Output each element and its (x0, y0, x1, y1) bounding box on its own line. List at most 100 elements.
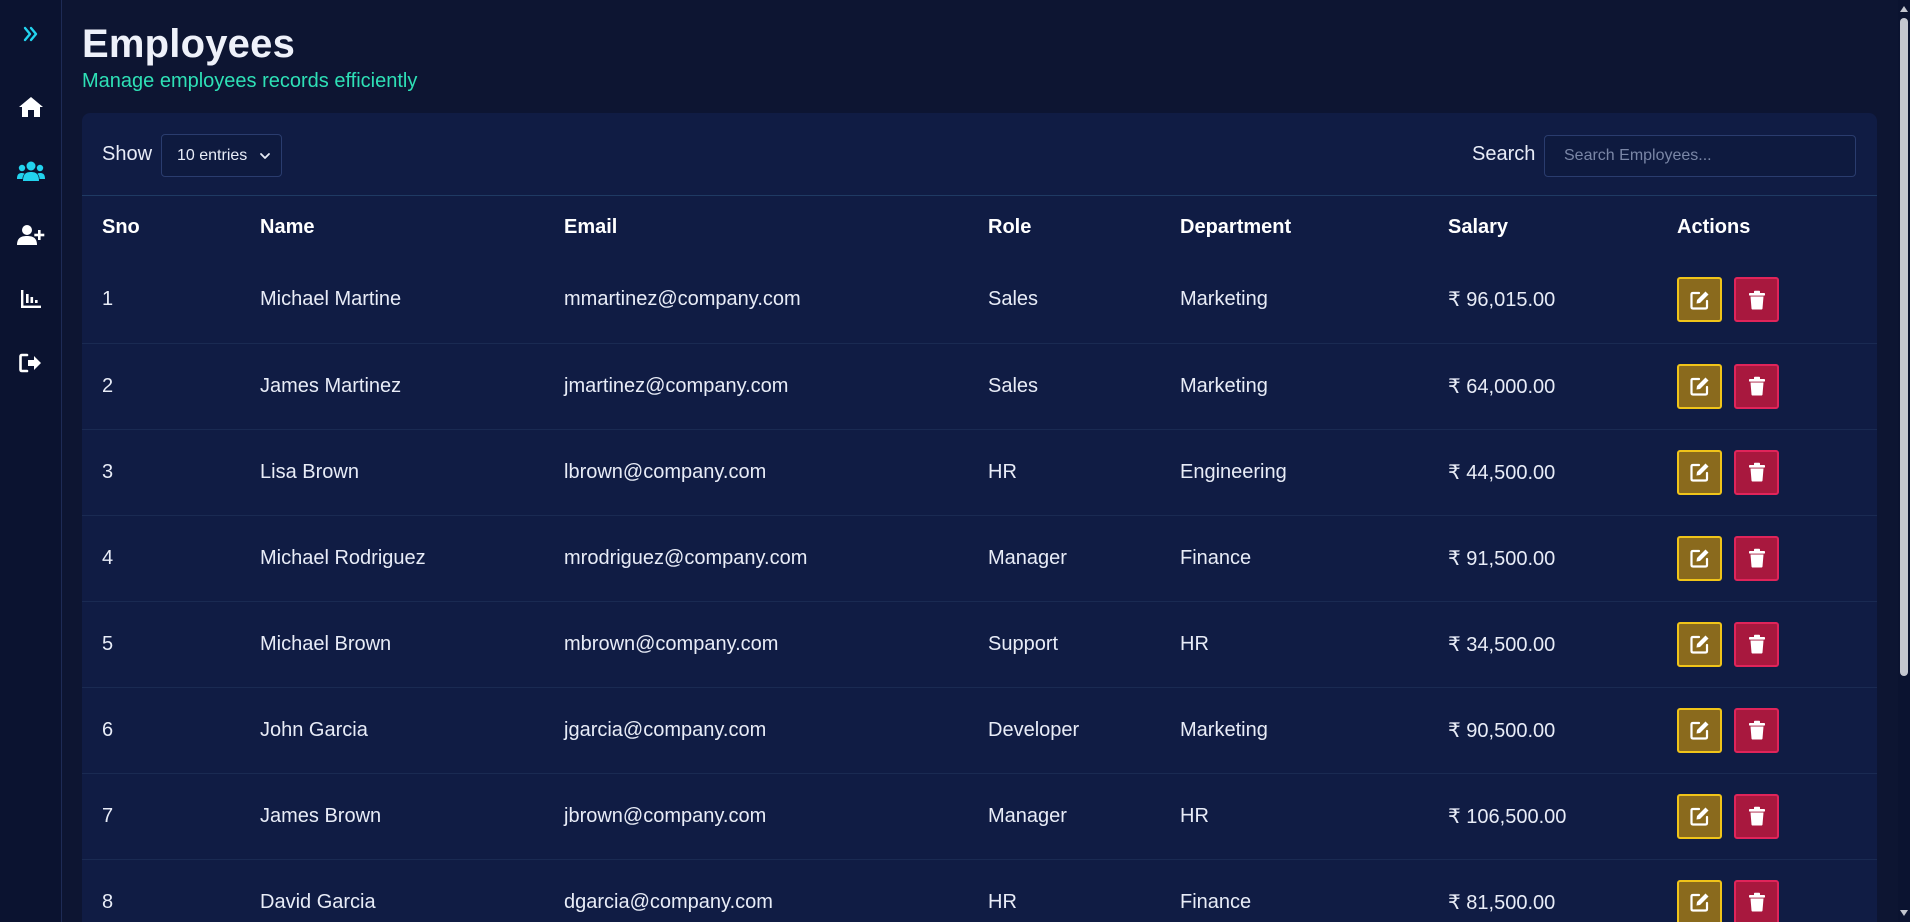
edit-button[interactable] (1677, 707, 1722, 753)
edit-button[interactable] (1677, 363, 1722, 409)
page-scrollbar[interactable] (1898, 0, 1910, 922)
table-controls: Show 10 entries Search (82, 113, 1877, 196)
scroll-up-arrow-icon[interactable] (1899, 4, 1909, 14)
cell-email: jmartinez@company.com (544, 342, 968, 429)
edit-icon (1689, 377, 1708, 396)
edit-button[interactable] (1677, 879, 1722, 922)
edit-icon (1689, 893, 1708, 912)
cell-salary: ₹ 106,500.00 (1428, 772, 1657, 859)
column-header-department[interactable]: Department (1160, 197, 1428, 257)
table-header-row: Sno Name Email Role Department Salary Ac… (82, 197, 1877, 257)
search-input[interactable] (1544, 135, 1856, 177)
cell-email: lbrown@company.com (544, 428, 968, 515)
trash-icon (1748, 893, 1765, 912)
cell-department: HR (1160, 772, 1428, 859)
edit-button[interactable] (1677, 449, 1722, 495)
sidebar-item-employees[interactable] (0, 151, 62, 191)
delete-button[interactable] (1734, 277, 1779, 323)
scrollbar-thumb[interactable] (1900, 18, 1908, 676)
cell-sno: 1 (102, 288, 114, 311)
cell-actions (1657, 600, 1877, 687)
double-chevron-right-icon (23, 26, 38, 42)
cell-email: dgarcia@company.com (544, 858, 968, 922)
cell-email: mbrown@company.com (544, 600, 968, 687)
trash-icon (1748, 548, 1765, 568)
cell-actions (1657, 514, 1877, 601)
cell-role: Support (968, 600, 1160, 687)
cell-email: mmartinez@company.com (564, 288, 801, 311)
page-title: Employees (82, 22, 296, 66)
search-label: Search (1472, 143, 1536, 165)
edit-button[interactable] (1677, 793, 1722, 839)
delete-button[interactable] (1734, 535, 1779, 581)
column-header-role[interactable]: Role (968, 197, 1160, 257)
entries-per-page-select[interactable]: 10 entries (161, 134, 282, 177)
column-header-sno[interactable]: Sno (82, 197, 240, 257)
trash-icon (1748, 290, 1765, 310)
scroll-down-arrow-icon[interactable] (1899, 908, 1909, 918)
trash-icon (1748, 720, 1765, 740)
edit-button[interactable] (1677, 535, 1722, 581)
show-entries-label: Show (102, 143, 153, 165)
cell-name: David Garcia (240, 858, 544, 922)
cell-name: James Brown (240, 772, 544, 859)
cell-salary: ₹ 81,500.00 (1428, 858, 1657, 922)
cell-department: Finance (1160, 858, 1428, 922)
trash-icon (1748, 806, 1765, 826)
sidebar-item-add-employee[interactable] (0, 215, 62, 255)
delete-button[interactable] (1734, 449, 1779, 495)
edit-icon (1689, 807, 1708, 826)
cell-name: James Martinez (240, 342, 544, 429)
employees-table: Sno Name Email Role Department Salary Ac… (82, 197, 1877, 922)
cell-salary: ₹ 96,015.00 (1448, 289, 1556, 312)
delete-button[interactable] (1734, 793, 1779, 839)
cell-role: HR (968, 858, 1160, 922)
employees-table-card: Show 10 entries Search Search Employees.… (82, 113, 1877, 922)
sidebar-item-home[interactable] (0, 87, 62, 127)
cell-salary: ₹ 90,500.00 (1428, 686, 1657, 773)
cell-role: HR (968, 428, 1160, 515)
sidebar-item-logout[interactable] (0, 343, 62, 383)
cell-sno: 6 (82, 686, 240, 773)
cell-department: HR (1160, 600, 1428, 687)
sidebar-item-reports[interactable] (0, 279, 62, 319)
trash-icon (1748, 462, 1765, 482)
cell-salary: ₹ 64,000.00 (1428, 342, 1657, 429)
table-row: 4 Michael Rodriguez mrodriguez@company.com… (82, 514, 1877, 601)
cell-email: mrodriguez@company.com (544, 514, 968, 601)
cell-salary: ₹ 91,500.00 (1428, 514, 1657, 601)
table-row: 3 Lisa Brown lbrown@company.com HR Engineeri… (82, 428, 1877, 515)
table-row: 2 James Martinez jmartinez@company.com Sale… (82, 342, 1877, 429)
edit-icon (1689, 463, 1708, 482)
user-plus-icon (17, 225, 45, 245)
delete-button[interactable] (1734, 621, 1779, 667)
cell-name: John Garcia (240, 686, 544, 773)
delete-button[interactable] (1734, 707, 1779, 753)
sidebar-toggle-button[interactable] (0, 14, 62, 54)
delete-button[interactable] (1734, 879, 1779, 922)
cell-department: Marketing (1160, 342, 1428, 429)
sidebar (0, 0, 62, 922)
column-header-name[interactable]: Name (240, 197, 544, 257)
table-row: 8 David Garcia dgarcia@company.com HR Financ… (82, 858, 1877, 922)
trash-icon (1748, 376, 1765, 396)
cell-role: Manager (968, 514, 1160, 601)
cell-actions (1657, 858, 1877, 922)
cell-sno: 3 (82, 428, 240, 515)
table-row: 5 Michael Brown mbrown@company.com Support H… (82, 600, 1877, 687)
column-header-email[interactable]: Email (544, 197, 968, 257)
column-header-salary[interactable]: Salary (1428, 197, 1657, 257)
cell-name: Michael Brown (240, 600, 544, 687)
home-icon (19, 97, 43, 117)
edit-button[interactable] (1677, 277, 1722, 323)
table-row: 1 Michael Martine mmartinez@company.com Sal… (82, 257, 1877, 343)
edit-icon (1689, 549, 1708, 568)
cell-department: Marketing (1160, 686, 1428, 773)
delete-button[interactable] (1734, 363, 1779, 409)
trash-icon (1748, 634, 1765, 654)
edit-button[interactable] (1677, 621, 1722, 667)
chevron-down-icon (260, 153, 270, 159)
cell-role: Sales (968, 342, 1160, 429)
cell-actions (1657, 342, 1877, 429)
cell-sno: 8 (82, 858, 240, 922)
